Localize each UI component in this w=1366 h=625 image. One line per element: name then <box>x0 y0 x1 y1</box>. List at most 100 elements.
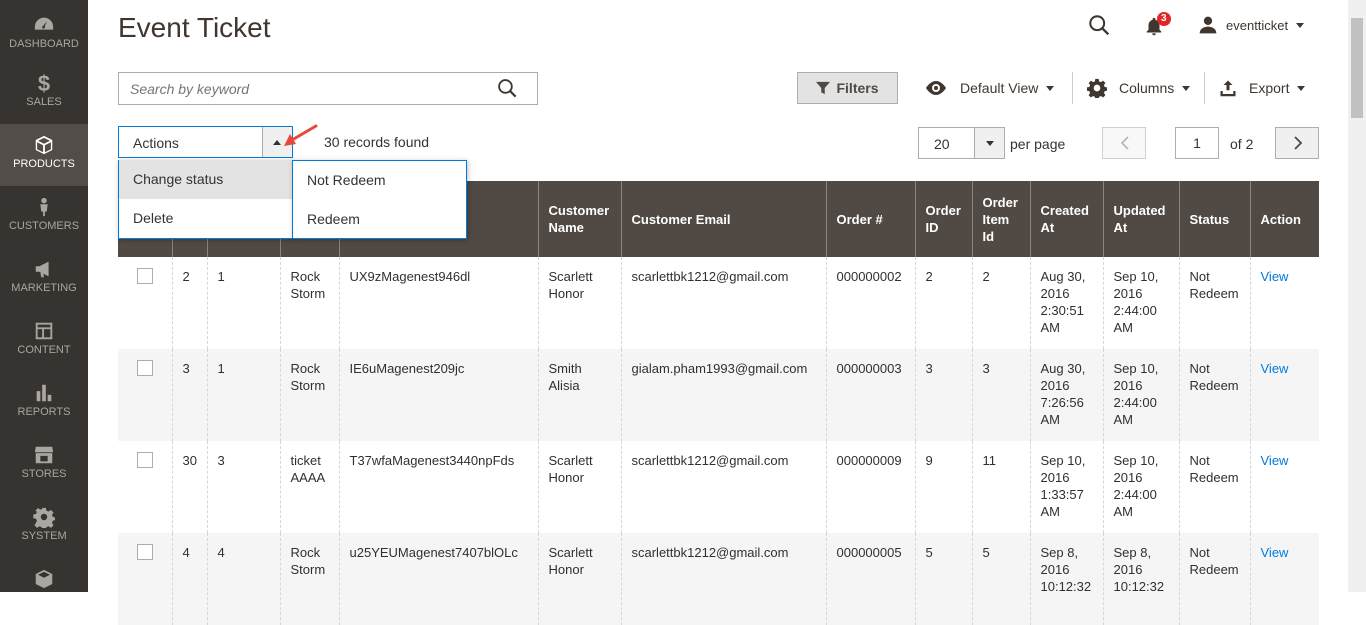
view-link[interactable]: View <box>1261 361 1289 376</box>
next-page-button[interactable] <box>1275 127 1319 159</box>
col-header-action: Action <box>1249 181 1319 257</box>
nav-item-customers[interactable]: CUSTOMERS <box>0 186 88 248</box>
cell-order-id: 3 <box>914 349 972 441</box>
cell-ticket: Rock Storm <box>279 533 339 625</box>
submenu-item-redeem[interactable]: Redeem <box>293 200 466 239</box>
per-page-select[interactable]: 20 <box>918 127 1005 159</box>
cell-code: IE6uMagenest209jc <box>338 349 538 441</box>
page-total: of 2 <box>1230 136 1254 152</box>
col-header-order-number[interactable]: Order # <box>825 181 915 257</box>
per-page-toggle[interactable] <box>974 128 1004 158</box>
filters-button[interactable]: Filters <box>797 72 898 104</box>
cell-order-number: 000000005 <box>825 533 915 625</box>
page-number-input[interactable]: 1 <box>1175 127 1219 159</box>
view-link[interactable]: View <box>1261 453 1289 468</box>
row-checkbox[interactable] <box>137 268 153 284</box>
cell-id: 4 <box>171 533 207 625</box>
header-search-icon[interactable] <box>1088 14 1114 40</box>
columns-selector[interactable]: Columns <box>1087 72 1191 104</box>
table-row: 3 1 Rock Storm IE6uMagenest209jc Smith A… <box>118 349 1319 441</box>
cell-customer-email: gialam.pham1993@gmail.com <box>620 349 826 441</box>
cell-ticket: Rock Storm <box>279 349 339 441</box>
megaphone-icon <box>0 258 88 282</box>
search-icon[interactable] <box>497 78 519 100</box>
submenu-item-not-redeem[interactable]: Not Redeem <box>293 161 466 200</box>
cell-event: 4 <box>206 533 280 625</box>
cell-status: Not Redeem <box>1178 257 1250 349</box>
cell-order-item-id: 11 <box>971 441 1030 533</box>
view-label: Default View <box>960 80 1039 96</box>
menu-item-change-status[interactable]: Change status <box>119 160 292 199</box>
nav-label: DASHBOARD <box>9 38 79 50</box>
cell-status: Not Redeem <box>1178 349 1250 441</box>
col-header-updated-at[interactable]: Updated At <box>1102 181 1179 257</box>
cell-status: Not Redeem <box>1178 533 1250 625</box>
nav-item-stores[interactable]: STORES <box>0 434 88 496</box>
toolbar-divider <box>1072 72 1073 104</box>
columns-label: Columns <box>1119 80 1175 96</box>
cell-created-at: Sep 10, 2016 1:33:57 AM <box>1029 441 1103 533</box>
scrollbar-thumb[interactable] <box>1351 18 1363 118</box>
export-label: Export <box>1249 80 1290 96</box>
cell-updated-at: Sep 8, 2016 10:12:32 <box>1102 533 1179 625</box>
nav-item-products[interactable]: PRODUCTS <box>0 124 88 186</box>
actions-dropdown[interactable]: Actions <box>118 126 293 158</box>
cell-id: 2 <box>171 257 207 349</box>
col-header-status[interactable]: Status <box>1178 181 1250 257</box>
annotation-arrow-icon <box>284 124 318 146</box>
row-checkbox[interactable] <box>137 544 153 560</box>
user-menu[interactable]: eventticket <box>1198 14 1305 36</box>
cell-order-item-id: 5 <box>971 533 1030 625</box>
username: eventticket <box>1226 17 1289 33</box>
col-header-order-item-id[interactable]: Order Item Id <box>971 181 1030 257</box>
cell-created-at: Aug 30, 2016 7:26:56 AM <box>1029 349 1103 441</box>
notifications-badge: 3 <box>1157 12 1171 26</box>
dollar-icon: $ <box>37 71 51 96</box>
cell-customer-email: scarlettbk1212@gmail.com <box>620 533 826 625</box>
view-link[interactable]: View <box>1261 545 1289 560</box>
nav-label: CUSTOMERS <box>8 220 80 232</box>
nav-item-content[interactable]: CONTENT <box>0 310 88 372</box>
row-checkbox[interactable] <box>137 452 153 468</box>
search-input[interactable] <box>119 73 489 104</box>
menu-item-delete[interactable]: Delete <box>119 199 292 238</box>
dashboard-icon <box>0 14 88 38</box>
nav-item-dashboard[interactable]: DASHBOARD <box>0 0 88 62</box>
export-selector[interactable]: Export <box>1219 72 1306 104</box>
nav-label: SYSTEM <box>21 530 67 542</box>
chevron-down-icon <box>1182 85 1191 91</box>
cell-event: 3 <box>206 441 280 533</box>
cell-order-id: 2 <box>914 257 972 349</box>
chevron-down-icon <box>1296 22 1305 28</box>
page-scrollbar[interactable] <box>1348 0 1366 592</box>
page-title: Event Ticket <box>118 12 271 43</box>
nav-label: MARKETING <box>11 282 77 294</box>
nav-item-marketing[interactable]: MARKETING <box>0 248 88 310</box>
main-content: Event Ticket 3 eventticket Filters Defau… <box>88 0 1366 625</box>
actions-menu: Change status Delete <box>118 160 293 239</box>
col-header-customer-email[interactable]: Customer Email <box>620 181 826 257</box>
cell-ticket: Rock Storm <box>279 257 339 349</box>
prev-page-button[interactable] <box>1102 127 1146 159</box>
per-page-label: per page <box>1010 136 1066 152</box>
view-link[interactable]: View <box>1261 269 1289 284</box>
cell-event: 1 <box>206 349 280 441</box>
gear-icon <box>1087 78 1107 98</box>
notifications-bell-icon[interactable]: 3 <box>1143 12 1171 40</box>
col-header-customer-name[interactable]: Customer Name <box>537 181 621 257</box>
tickets-grid: Customer Name Customer Email Order # Ord… <box>118 181 1319 625</box>
chevron-down-icon <box>1297 85 1306 91</box>
cube-icon <box>0 568 88 592</box>
view-selector[interactable]: Default View <box>924 72 1055 104</box>
col-header-order-id[interactable]: Order ID <box>914 181 972 257</box>
row-checkbox[interactable] <box>137 360 153 376</box>
nav-item-system[interactable]: SYSTEM <box>0 496 88 558</box>
nav-item-partial[interactable] <box>0 558 88 620</box>
nav-item-sales[interactable]: $ SALES <box>0 62 88 124</box>
cell-order-id: 9 <box>914 441 972 533</box>
nav-label: STORES <box>21 468 67 480</box>
nav-label: SALES <box>26 96 62 108</box>
nav-item-reports[interactable]: REPORTS <box>0 372 88 434</box>
nav-label: CONTENT <box>17 344 71 356</box>
col-header-created-at[interactable]: Created At <box>1029 181 1103 257</box>
